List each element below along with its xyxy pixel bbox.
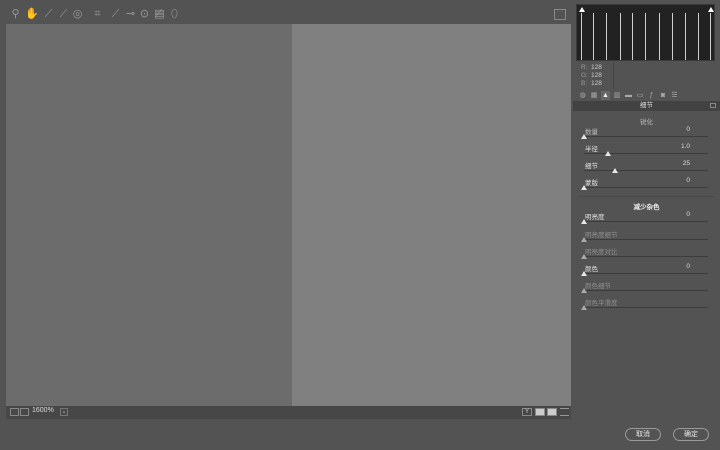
- shadow-clip-warning-icon[interactable]: [579, 7, 585, 12]
- slider-track[interactable]: [584, 290, 708, 291]
- preview-before: [6, 24, 292, 406]
- zoom-level: 1600%: [32, 407, 54, 414]
- noise_reduction-heading: 减少杂色: [633, 204, 660, 211]
- targeted-adjustment-icon[interactable]: ◎: [71, 8, 84, 21]
- histogram-bar: [645, 13, 646, 60]
- slider-value[interactable]: 0: [650, 126, 690, 133]
- zoom-out-icon[interactable]: [10, 408, 19, 416]
- list-icon[interactable]: [560, 408, 569, 416]
- panel-tabs: ◍ ▦ ▲ ▥ ▬ ▭ ƒ ◙ ☰: [576, 90, 720, 101]
- tab-split-toning-icon[interactable]: ▬: [624, 91, 633, 100]
- right-panel: R: 128 G: 128 B: 128 ◍ ▦ ▲ ▥ ▬ ▭ ƒ ◙ ☰ 细节 锐化 数量 0 半径 1.…: [573, 0, 720, 420]
- b-value: 128: [591, 80, 602, 87]
- slider-track[interactable]: [584, 153, 708, 154]
- sharpening-heading: 锐化: [640, 119, 653, 126]
- slider-value[interactable]: 0: [650, 211, 690, 218]
- slider-value[interactable]: 0: [650, 263, 690, 270]
- tab-camera-icon[interactable]: ◙: [659, 91, 668, 100]
- tab-tone-curve-icon[interactable]: ▦: [590, 91, 599, 100]
- slider-track[interactable]: [584, 187, 708, 188]
- slider-value[interactable]: 1.0: [650, 143, 690, 150]
- histogram: [576, 4, 715, 61]
- slider-label: 颜色平滑度: [585, 300, 618, 307]
- red-eye-icon[interactable]: ⊙: [138, 8, 151, 21]
- graduated-filter-icon[interactable]: ▤: [153, 8, 166, 21]
- g-label: G:: [581, 72, 588, 79]
- r-value: 128: [591, 64, 602, 71]
- hand-icon[interactable]: ✋: [25, 8, 39, 21]
- highlight-clip-warning-icon[interactable]: [708, 7, 714, 12]
- open-preferences-icon[interactable]: [554, 9, 566, 20]
- histogram-bar: [685, 13, 686, 60]
- slider-label: 半径: [585, 146, 598, 153]
- histogram-bar: [710, 13, 711, 60]
- toolbar: ⚲ ✋ ⟋ ⟋ ◎ ⌗ ⟋ ⊸ ⊙ ⟋ ▤ ⬯: [6, 5, 571, 24]
- crop-icon[interactable]: ⌗: [91, 8, 104, 21]
- zoom-icon[interactable]: ⚲: [9, 8, 22, 21]
- slider-knob[interactable]: [612, 168, 618, 173]
- slider-value[interactable]: 25: [650, 160, 690, 167]
- slider-knob[interactable]: [581, 219, 587, 224]
- slider-knob[interactable]: [604, 151, 611, 156]
- ok-button[interactable]: 确定: [673, 428, 709, 441]
- slider-track[interactable]: [584, 273, 708, 274]
- slider-knob[interactable]: [581, 134, 587, 139]
- swap-icon[interactable]: [547, 408, 557, 416]
- tab-lens-icon[interactable]: ▭: [636, 91, 645, 100]
- spot-removal-icon[interactable]: ⊸: [124, 8, 137, 21]
- b-label: B:: [581, 80, 588, 87]
- slider-knob[interactable]: [581, 185, 587, 190]
- histogram-bar: [620, 13, 621, 60]
- tab-detail-icon[interactable]: ▲: [601, 91, 610, 100]
- slider-label: 细节: [585, 163, 598, 170]
- slider-track[interactable]: [584, 136, 708, 137]
- section-title: 细节: [640, 102, 653, 109]
- slider-label: 明亮度细节: [585, 232, 618, 239]
- slider-value[interactable]: 0: [650, 177, 690, 184]
- histogram-bar: [659, 13, 660, 60]
- histogram-bar: [606, 13, 607, 60]
- histogram-bar: [581, 13, 582, 60]
- slider-knob[interactable]: [581, 237, 587, 242]
- g-value: 128: [591, 72, 602, 79]
- zoom-in-icon[interactable]: [20, 408, 29, 416]
- r-label: R:: [581, 64, 588, 71]
- color-sampler-icon[interactable]: ⟋: [57, 8, 70, 21]
- histogram-bar: [672, 13, 673, 60]
- slider-knob[interactable]: [581, 271, 587, 276]
- slider-track[interactable]: [584, 170, 708, 171]
- section-header: 细节: [573, 101, 720, 111]
- slider-label: 明亮度对比: [585, 249, 618, 256]
- radial-filter-icon[interactable]: ⬯: [168, 8, 181, 21]
- zoom-dropdown[interactable]: ⌄: [60, 408, 68, 416]
- slider-label: 明亮度: [585, 214, 605, 221]
- cancel-button[interactable]: 取消: [625, 428, 661, 441]
- tab-hsl-icon[interactable]: ▥: [613, 91, 622, 100]
- slider-knob[interactable]: [581, 254, 587, 259]
- straighten-icon[interactable]: ⟋: [109, 8, 122, 21]
- histogram-bar: [593, 13, 594, 60]
- histogram-bar: [632, 13, 633, 60]
- slider-track[interactable]: [584, 307, 708, 308]
- slider-track[interactable]: [584, 256, 708, 257]
- before-after-icon[interactable]: [535, 408, 545, 416]
- slider-knob[interactable]: [581, 288, 587, 293]
- white-balance-icon[interactable]: ⟋: [42, 8, 55, 21]
- status-bar: 1600% ⌄ Y: [6, 406, 571, 419]
- tab-basic-icon[interactable]: ◍: [578, 91, 587, 100]
- slider-knob[interactable]: [581, 305, 587, 310]
- preview-after: [292, 24, 571, 406]
- tab-presets-icon[interactable]: ☰: [670, 91, 679, 100]
- histogram-bar: [698, 13, 699, 60]
- slider-track[interactable]: [584, 239, 708, 240]
- toggle-y-button[interactable]: Y: [522, 408, 532, 416]
- section-divider: [579, 196, 714, 197]
- panel-menu-icon[interactable]: [710, 103, 716, 108]
- slider-track[interactable]: [584, 221, 708, 222]
- tab-fx-icon[interactable]: ƒ: [647, 91, 656, 100]
- slider-label: 颜色细节: [585, 283, 611, 290]
- rgb-readout: R: 128 G: 128 B: 128: [577, 62, 614, 89]
